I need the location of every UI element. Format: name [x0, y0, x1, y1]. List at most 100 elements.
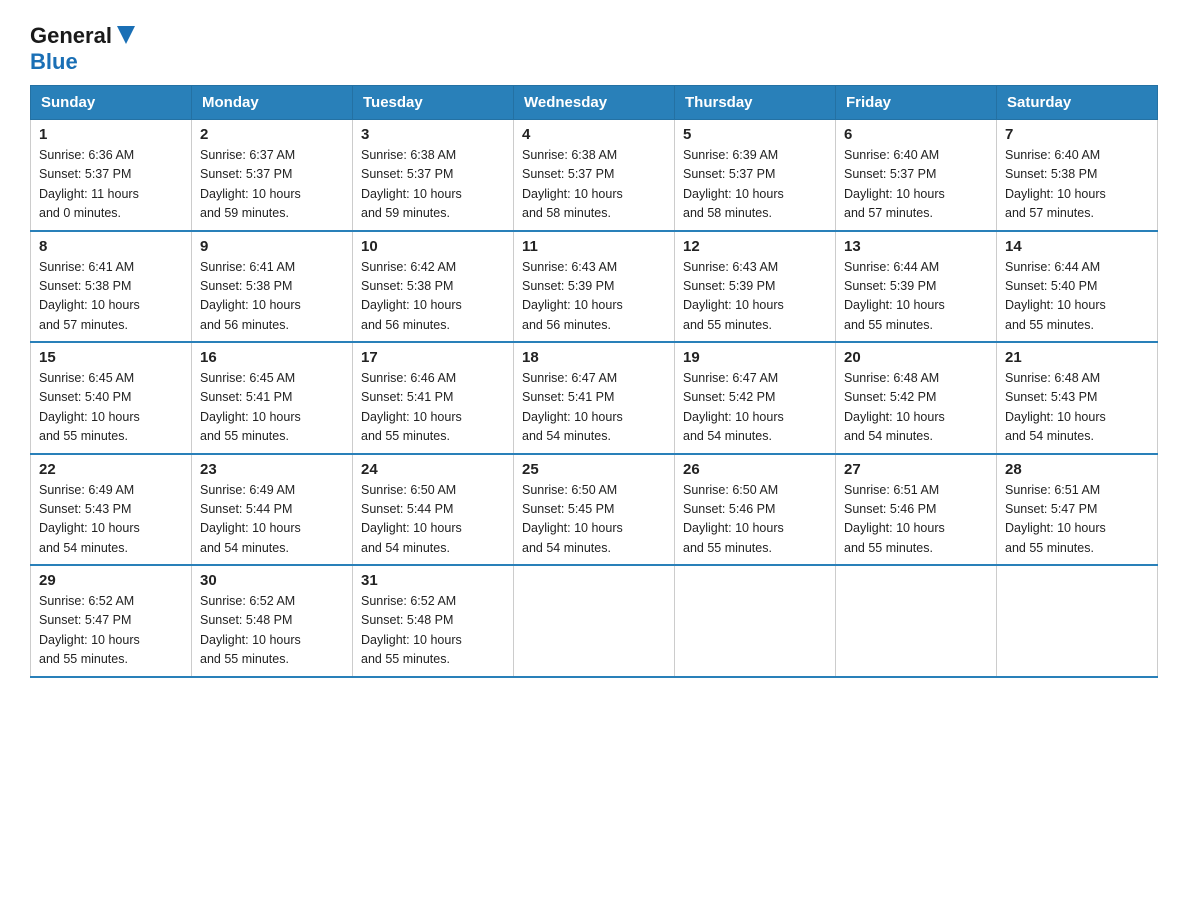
weekday-thursday: Thursday: [675, 86, 836, 120]
day-info: Sunrise: 6:50 AMSunset: 5:46 PMDaylight:…: [683, 483, 784, 555]
calendar-cell: 31 Sunrise: 6:52 AMSunset: 5:48 PMDaylig…: [353, 565, 514, 677]
calendar-cell: [836, 565, 997, 677]
day-info: Sunrise: 6:50 AMSunset: 5:44 PMDaylight:…: [361, 483, 462, 555]
calendar-cell: 10 Sunrise: 6:42 AMSunset: 5:38 PMDaylig…: [353, 231, 514, 343]
calendar-cell: 29 Sunrise: 6:52 AMSunset: 5:47 PMDaylig…: [31, 565, 192, 677]
day-info: Sunrise: 6:47 AMSunset: 5:41 PMDaylight:…: [522, 371, 623, 443]
day-number: 12: [683, 238, 827, 255]
day-number: 20: [844, 349, 988, 366]
calendar-cell: 26 Sunrise: 6:50 AMSunset: 5:46 PMDaylig…: [675, 454, 836, 566]
day-number: 30: [200, 572, 344, 589]
day-number: 18: [522, 349, 666, 366]
calendar-cell: 6 Sunrise: 6:40 AMSunset: 5:37 PMDayligh…: [836, 120, 997, 231]
logo-text-general: General: [30, 24, 112, 48]
calendar-week-5: 29 Sunrise: 6:52 AMSunset: 5:47 PMDaylig…: [31, 565, 1158, 677]
weekday-sunday: Sunday: [31, 86, 192, 120]
day-number: 13: [844, 238, 988, 255]
day-number: 4: [522, 126, 666, 143]
day-info: Sunrise: 6:52 AMSunset: 5:48 PMDaylight:…: [200, 594, 301, 666]
logo-text-blue: Blue: [30, 49, 78, 75]
calendar-cell: 20 Sunrise: 6:48 AMSunset: 5:42 PMDaylig…: [836, 342, 997, 454]
calendar-cell: 13 Sunrise: 6:44 AMSunset: 5:39 PMDaylig…: [836, 231, 997, 343]
day-info: Sunrise: 6:51 AMSunset: 5:47 PMDaylight:…: [1005, 483, 1106, 555]
day-info: Sunrise: 6:42 AMSunset: 5:38 PMDaylight:…: [361, 260, 462, 332]
day-number: 19: [683, 349, 827, 366]
day-info: Sunrise: 6:45 AMSunset: 5:40 PMDaylight:…: [39, 371, 140, 443]
calendar-week-1: 1 Sunrise: 6:36 AMSunset: 5:37 PMDayligh…: [31, 120, 1158, 231]
calendar-cell: 9 Sunrise: 6:41 AMSunset: 5:38 PMDayligh…: [192, 231, 353, 343]
calendar-cell: 16 Sunrise: 6:45 AMSunset: 5:41 PMDaylig…: [192, 342, 353, 454]
calendar-cell: [997, 565, 1158, 677]
calendar-cell: 17 Sunrise: 6:46 AMSunset: 5:41 PMDaylig…: [353, 342, 514, 454]
calendar-week-4: 22 Sunrise: 6:49 AMSunset: 5:43 PMDaylig…: [31, 454, 1158, 566]
calendar-cell: 18 Sunrise: 6:47 AMSunset: 5:41 PMDaylig…: [514, 342, 675, 454]
calendar-week-3: 15 Sunrise: 6:45 AMSunset: 5:40 PMDaylig…: [31, 342, 1158, 454]
calendar-cell: 30 Sunrise: 6:52 AMSunset: 5:48 PMDaylig…: [192, 565, 353, 677]
day-info: Sunrise: 6:51 AMSunset: 5:46 PMDaylight:…: [844, 483, 945, 555]
day-number: 5: [683, 126, 827, 143]
page-header: General Blue: [30, 20, 1158, 75]
day-number: 8: [39, 238, 183, 255]
day-info: Sunrise: 6:50 AMSunset: 5:45 PMDaylight:…: [522, 483, 623, 555]
day-number: 14: [1005, 238, 1149, 255]
day-number: 21: [1005, 349, 1149, 366]
calendar-cell: 27 Sunrise: 6:51 AMSunset: 5:46 PMDaylig…: [836, 454, 997, 566]
calendar-cell: 5 Sunrise: 6:39 AMSunset: 5:37 PMDayligh…: [675, 120, 836, 231]
day-number: 28: [1005, 461, 1149, 478]
day-number: 2: [200, 126, 344, 143]
day-info: Sunrise: 6:45 AMSunset: 5:41 PMDaylight:…: [200, 371, 301, 443]
day-info: Sunrise: 6:38 AMSunset: 5:37 PMDaylight:…: [361, 148, 462, 220]
day-info: Sunrise: 6:40 AMSunset: 5:38 PMDaylight:…: [1005, 148, 1106, 220]
calendar-cell: 8 Sunrise: 6:41 AMSunset: 5:38 PMDayligh…: [31, 231, 192, 343]
calendar-cell: 11 Sunrise: 6:43 AMSunset: 5:39 PMDaylig…: [514, 231, 675, 343]
calendar-cell: 1 Sunrise: 6:36 AMSunset: 5:37 PMDayligh…: [31, 120, 192, 231]
day-number: 16: [200, 349, 344, 366]
day-info: Sunrise: 6:52 AMSunset: 5:47 PMDaylight:…: [39, 594, 140, 666]
calendar-cell: 28 Sunrise: 6:51 AMSunset: 5:47 PMDaylig…: [997, 454, 1158, 566]
day-info: Sunrise: 6:52 AMSunset: 5:48 PMDaylight:…: [361, 594, 462, 666]
day-number: 11: [522, 238, 666, 255]
day-info: Sunrise: 6:40 AMSunset: 5:37 PMDaylight:…: [844, 148, 945, 220]
day-info: Sunrise: 6:48 AMSunset: 5:42 PMDaylight:…: [844, 371, 945, 443]
calendar-cell: 24 Sunrise: 6:50 AMSunset: 5:44 PMDaylig…: [353, 454, 514, 566]
weekday-wednesday: Wednesday: [514, 86, 675, 120]
day-number: 3: [361, 126, 505, 143]
day-number: 17: [361, 349, 505, 366]
calendar-cell: [514, 565, 675, 677]
day-number: 7: [1005, 126, 1149, 143]
weekday-friday: Friday: [836, 86, 997, 120]
calendar-cell: 4 Sunrise: 6:38 AMSunset: 5:37 PMDayligh…: [514, 120, 675, 231]
day-number: 27: [844, 461, 988, 478]
logo: General Blue: [30, 20, 135, 75]
calendar-cell: 25 Sunrise: 6:50 AMSunset: 5:45 PMDaylig…: [514, 454, 675, 566]
logo-arrow-icon: [117, 26, 135, 44]
calendar-cell: 23 Sunrise: 6:49 AMSunset: 5:44 PMDaylig…: [192, 454, 353, 566]
calendar-cell: 14 Sunrise: 6:44 AMSunset: 5:40 PMDaylig…: [997, 231, 1158, 343]
day-number: 26: [683, 461, 827, 478]
calendar-cell: 7 Sunrise: 6:40 AMSunset: 5:38 PMDayligh…: [997, 120, 1158, 231]
calendar-week-2: 8 Sunrise: 6:41 AMSunset: 5:38 PMDayligh…: [31, 231, 1158, 343]
day-info: Sunrise: 6:49 AMSunset: 5:43 PMDaylight:…: [39, 483, 140, 555]
day-number: 22: [39, 461, 183, 478]
calendar-cell: 3 Sunrise: 6:38 AMSunset: 5:37 PMDayligh…: [353, 120, 514, 231]
day-info: Sunrise: 6:47 AMSunset: 5:42 PMDaylight:…: [683, 371, 784, 443]
calendar-table: SundayMondayTuesdayWednesdayThursdayFrid…: [30, 85, 1158, 678]
day-info: Sunrise: 6:43 AMSunset: 5:39 PMDaylight:…: [522, 260, 623, 332]
day-info: Sunrise: 6:44 AMSunset: 5:39 PMDaylight:…: [844, 260, 945, 332]
day-info: Sunrise: 6:44 AMSunset: 5:40 PMDaylight:…: [1005, 260, 1106, 332]
weekday-tuesday: Tuesday: [353, 86, 514, 120]
calendar-cell: 19 Sunrise: 6:47 AMSunset: 5:42 PMDaylig…: [675, 342, 836, 454]
calendar-body: 1 Sunrise: 6:36 AMSunset: 5:37 PMDayligh…: [31, 120, 1158, 677]
day-info: Sunrise: 6:41 AMSunset: 5:38 PMDaylight:…: [200, 260, 301, 332]
day-info: Sunrise: 6:38 AMSunset: 5:37 PMDaylight:…: [522, 148, 623, 220]
day-number: 9: [200, 238, 344, 255]
day-number: 10: [361, 238, 505, 255]
weekday-saturday: Saturday: [997, 86, 1158, 120]
day-info: Sunrise: 6:49 AMSunset: 5:44 PMDaylight:…: [200, 483, 301, 555]
day-number: 23: [200, 461, 344, 478]
calendar-cell: 12 Sunrise: 6:43 AMSunset: 5:39 PMDaylig…: [675, 231, 836, 343]
day-number: 25: [522, 461, 666, 478]
calendar-cell: 2 Sunrise: 6:37 AMSunset: 5:37 PMDayligh…: [192, 120, 353, 231]
day-number: 29: [39, 572, 183, 589]
calendar-cell: 21 Sunrise: 6:48 AMSunset: 5:43 PMDaylig…: [997, 342, 1158, 454]
